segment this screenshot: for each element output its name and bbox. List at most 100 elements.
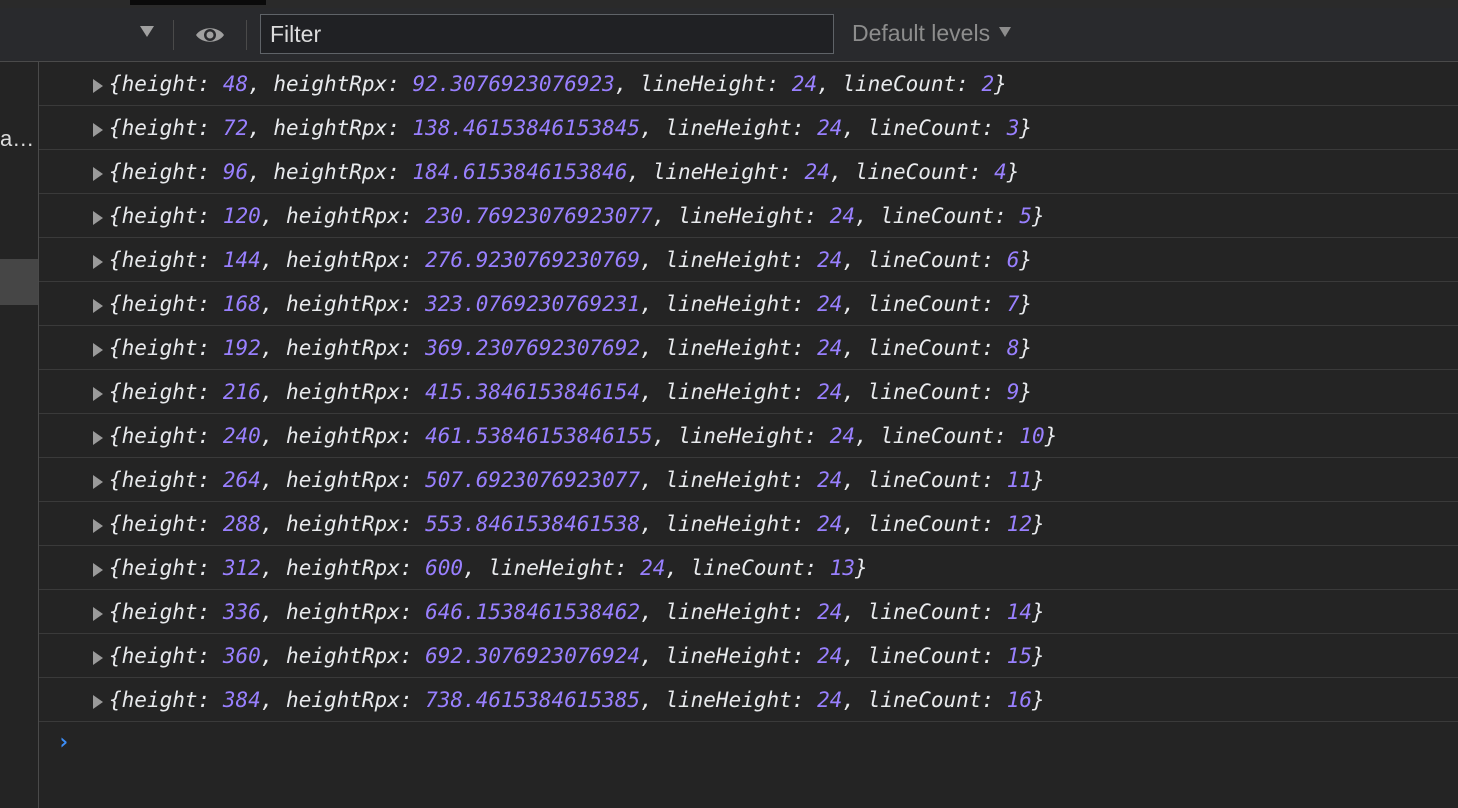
console-message-row[interactable]: {height: 264, heightRpx: 507.69230769230… xyxy=(39,458,1458,502)
property-value-lineCount: 8 xyxy=(1006,336,1020,360)
sidebar-selected-item[interactable] xyxy=(0,259,38,305)
property-value-height: 48 xyxy=(222,72,249,96)
property-value-lineHeight: 24 xyxy=(817,512,843,536)
console-message-row[interactable]: {height: 144, heightRpx: 276.92307692307… xyxy=(39,238,1458,282)
console-message-row[interactable]: {height: 72, heightRpx: 138.461538461538… xyxy=(39,106,1458,150)
property-value-height: 288 xyxy=(222,512,261,536)
filter-input[interactable] xyxy=(260,14,834,54)
object-preview: {height: 240, heightRpx: 461.53846153846… xyxy=(109,424,1058,448)
property-value-height: 360 xyxy=(222,644,261,668)
log-levels-dropdown[interactable]: Default levels xyxy=(852,20,1012,47)
property-value-lineCount: 10 xyxy=(1019,424,1045,448)
expand-triangle-icon[interactable] xyxy=(93,431,103,445)
active-panel-tab[interactable] xyxy=(130,0,266,5)
property-value-lineCount: 13 xyxy=(829,556,856,580)
toolbar-divider xyxy=(246,20,247,50)
context-dropdown-icon[interactable] xyxy=(140,26,154,37)
property-value-lineHeight: 24 xyxy=(817,292,843,316)
expand-triangle-icon[interactable] xyxy=(93,563,103,577)
property-value-heightRpx: 692.3076923076924 xyxy=(425,644,641,668)
console-message-row[interactable]: {height: 336, heightRpx: 646.15384615384… xyxy=(39,590,1458,634)
property-value-lineHeight: 24 xyxy=(817,468,843,492)
property-value-height: 312 xyxy=(222,556,261,580)
property-value-lineHeight: 24 xyxy=(817,688,843,712)
property-value-height: 240 xyxy=(222,424,261,448)
console-message-row[interactable]: {height: 312, heightRpx: 600, lineHeight… xyxy=(39,546,1458,590)
eye-icon[interactable] xyxy=(194,23,226,47)
log-levels-label: Default levels xyxy=(852,20,991,46)
chevron-down-icon xyxy=(999,26,1012,37)
expand-triangle-icon[interactable] xyxy=(93,607,103,621)
expand-triangle-icon[interactable] xyxy=(93,651,103,665)
expand-triangle-icon[interactable] xyxy=(93,211,103,225)
object-preview: {height: 336, heightRpx: 646.15384615384… xyxy=(109,600,1045,624)
console-message-row[interactable]: {height: 240, heightRpx: 461.53846153846… xyxy=(39,414,1458,458)
property-value-lineCount: 5 xyxy=(1019,204,1033,228)
property-value-lineHeight: 24 xyxy=(791,72,818,96)
expand-triangle-icon[interactable] xyxy=(93,123,103,137)
property-value-lineHeight: 24 xyxy=(817,248,843,272)
expand-triangle-icon[interactable] xyxy=(93,167,103,181)
property-value-heightRpx: 276.9230769230769 xyxy=(425,248,641,272)
property-value-heightRpx: 138.46153846153845 xyxy=(412,116,641,140)
object-preview: {height: 168, heightRpx: 323.07692307692… xyxy=(109,292,1033,316)
object-preview: {height: 288, heightRpx: 553.84615384615… xyxy=(109,512,1045,536)
property-value-heightRpx: 553.8461538461538 xyxy=(425,512,641,536)
property-value-height: 384 xyxy=(222,688,261,712)
property-value-lineCount: 16 xyxy=(1006,688,1033,712)
console-message-row[interactable]: {height: 360, heightRpx: 692.30769230769… xyxy=(39,634,1458,678)
expand-triangle-icon[interactable] xyxy=(93,299,103,313)
property-value-height: 72 xyxy=(222,116,249,140)
object-preview: {height: 360, heightRpx: 692.30769230769… xyxy=(109,644,1045,668)
console-message-list: {height: 48, heightRpx: 92.3076923076923… xyxy=(39,62,1458,722)
console-message-row[interactable]: {height: 168, heightRpx: 323.07692307692… xyxy=(39,282,1458,326)
console-message-row[interactable]: {height: 96, heightRpx: 184.615384615384… xyxy=(39,150,1458,194)
property-value-height: 144 xyxy=(222,248,261,272)
console-message-row[interactable]: {height: 48, heightRpx: 92.3076923076923… xyxy=(39,62,1458,106)
property-value-lineHeight: 24 xyxy=(817,600,843,624)
property-value-height: 120 xyxy=(222,204,261,228)
devtools-console-window: Default levels a… {height: 48, heightRpx… xyxy=(0,0,1458,808)
console-message-row[interactable]: {height: 384, heightRpx: 738.46153846153… xyxy=(39,678,1458,722)
object-preview: {height: 192, heightRpx: 369.23076923076… xyxy=(109,336,1033,360)
property-value-lineCount: 14 xyxy=(1006,600,1033,624)
expand-triangle-icon[interactable] xyxy=(93,255,103,269)
property-value-heightRpx: 369.2307692307692 xyxy=(425,336,641,360)
expand-triangle-icon[interactable] xyxy=(93,387,103,401)
console-message-row[interactable]: {height: 288, heightRpx: 553.84615384615… xyxy=(39,502,1458,546)
property-value-lineHeight: 24 xyxy=(829,424,856,448)
property-value-lineHeight: 24 xyxy=(817,644,843,668)
console-prompt-icon[interactable]: › xyxy=(57,730,70,755)
property-value-heightRpx: 230.76923076923077 xyxy=(425,204,653,228)
console-sidebar: a… xyxy=(0,62,39,808)
toolbar-divider xyxy=(173,20,174,50)
expand-triangle-icon[interactable] xyxy=(93,475,103,489)
property-value-lineHeight: 24 xyxy=(817,380,843,404)
property-value-lineCount: 2 xyxy=(981,72,995,96)
object-preview: {height: 264, heightRpx: 507.69230769230… xyxy=(109,468,1045,492)
object-preview: {height: 144, heightRpx: 276.92307692307… xyxy=(109,248,1033,272)
property-value-lineCount: 15 xyxy=(1006,644,1033,668)
property-value-heightRpx: 738.4615384615385 xyxy=(425,688,641,712)
property-value-lineHeight: 24 xyxy=(640,556,666,580)
expand-triangle-icon[interactable] xyxy=(93,519,103,533)
property-value-height: 264 xyxy=(222,468,261,492)
property-value-lineCount: 3 xyxy=(1006,116,1020,140)
expand-triangle-icon[interactable] xyxy=(93,343,103,357)
property-value-lineCount: 9 xyxy=(1006,380,1020,404)
sidebar-item-label[interactable]: a… xyxy=(0,126,34,152)
object-preview: {height: 384, heightRpx: 738.46153846153… xyxy=(109,688,1045,712)
property-value-lineHeight: 24 xyxy=(829,204,856,228)
console-message-row[interactable]: {height: 216, heightRpx: 415.38461538461… xyxy=(39,370,1458,414)
property-value-height: 336 xyxy=(222,600,261,624)
console-message-row[interactable]: {height: 120, heightRpx: 230.76923076923… xyxy=(39,194,1458,238)
property-value-lineCount: 7 xyxy=(1006,292,1020,316)
property-value-lineCount: 11 xyxy=(1006,468,1033,492)
console-message-row[interactable]: {height: 192, heightRpx: 369.23076923076… xyxy=(39,326,1458,370)
expand-triangle-icon[interactable] xyxy=(93,79,103,93)
object-preview: {height: 48, heightRpx: 92.3076923076923… xyxy=(109,72,1007,96)
property-value-heightRpx: 323.0769230769231 xyxy=(425,292,641,316)
property-value-height: 216 xyxy=(222,380,261,404)
property-value-heightRpx: 461.53846153846155 xyxy=(425,424,653,448)
expand-triangle-icon[interactable] xyxy=(93,695,103,709)
